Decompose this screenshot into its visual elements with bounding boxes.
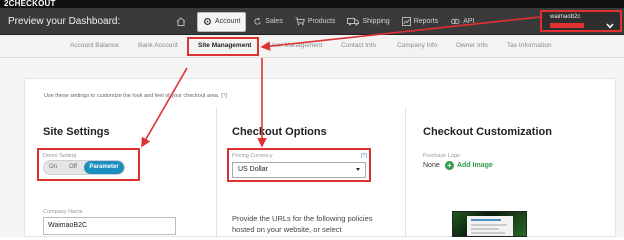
- main-nav: Account Sales Products Shipping Reports …: [170, 8, 482, 35]
- cart-icon: [295, 17, 305, 26]
- truck-icon: [347, 18, 360, 26]
- site-settings-title: Site Settings: [43, 126, 110, 138]
- top-bar: Preview your Dashboard: Account Sales Pr…: [0, 8, 624, 35]
- intro-text: Use these settings to customize the look…: [44, 93, 227, 99]
- tab-tax-information[interactable]: Tax Information: [507, 42, 551, 49]
- highlight-demo-setting: [37, 148, 140, 181]
- nav-home[interactable]: [170, 12, 195, 32]
- preview-bar: [471, 228, 499, 230]
- nav-api[interactable]: API: [445, 12, 479, 32]
- nav-shipping-label: Shipping: [362, 18, 390, 25]
- logo-none-label: None: [423, 162, 440, 169]
- nav-account[interactable]: Account: [197, 11, 247, 32]
- nav-products[interactable]: Products: [290, 12, 341, 32]
- preview-bar: [471, 232, 505, 234]
- nav-shipping[interactable]: Shipping: [342, 12, 394, 32]
- gear-icon: [203, 17, 212, 26]
- tab-bank-account[interactable]: Bank Account: [138, 42, 178, 49]
- add-image-label: Add Image: [457, 162, 493, 169]
- column-divider: [405, 108, 406, 237]
- tab-user-management[interactable]: User Management: [269, 42, 322, 49]
- account-name: waimaob2c: [550, 14, 581, 20]
- home-icon: [176, 17, 186, 26]
- sub-navigation: Account Balance Bank Account Site Manage…: [0, 35, 624, 58]
- nav-api-label: API: [463, 18, 475, 25]
- company-name-label: Company Name: [43, 209, 83, 215]
- nav-products-label: Products: [307, 18, 336, 25]
- tab-contact-info[interactable]: Contact Info: [341, 42, 376, 49]
- column-divider: [216, 108, 217, 237]
- plus-circle-icon: +: [445, 161, 454, 170]
- refresh-icon: [254, 17, 261, 25]
- purchase-logo-label: Purchase Logo: [423, 153, 460, 159]
- dashboard-page: 2CHECKOUT Preview your Dashboard: Accoun…: [0, 0, 624, 237]
- policy-urls-text: Provide the URLs for the following polic…: [232, 214, 373, 234]
- tab-company-info[interactable]: Company Info: [397, 42, 437, 49]
- brand-logo: 2CHECKOUT: [4, 0, 56, 8]
- account-menu[interactable]: waimaob2c: [540, 10, 622, 32]
- tab-owner-info[interactable]: Owner Info: [456, 42, 488, 49]
- highlight-site-management: [187, 37, 259, 56]
- checkout-customization-title: Checkout Customization: [423, 126, 552, 138]
- preview-screen: [467, 216, 513, 236]
- nav-account-label: Account: [215, 18, 241, 25]
- nav-sales[interactable]: Sales: [248, 12, 288, 32]
- company-name-input[interactable]: WaimaoB2C: [43, 217, 176, 235]
- nav-reports[interactable]: Reports: [397, 12, 444, 32]
- intro-message: Use these settings to customize the look…: [44, 93, 220, 99]
- nav-reports-label: Reports: [413, 18, 439, 25]
- preview-label: Preview your Dashboard:: [8, 16, 121, 27]
- checkout-options-title: Checkout Options: [232, 126, 327, 138]
- add-image-button[interactable]: + Add Image: [445, 161, 493, 170]
- api-icon: [451, 18, 460, 25]
- checkout-preview-image: [452, 211, 527, 237]
- account-redaction: [550, 23, 584, 28]
- intro-help-link[interactable]: [?]: [221, 93, 227, 99]
- brand-strip: 2CHECKOUT: [0, 0, 624, 8]
- preview-bar: [471, 219, 501, 221]
- tab-account-balance[interactable]: Account Balance: [70, 42, 119, 49]
- preview-bar: [471, 224, 507, 226]
- chevron-down-icon[interactable]: [606, 16, 614, 34]
- highlight-pricing-currency: [227, 148, 371, 182]
- chart-icon: [401, 17, 411, 26]
- nav-sales-label: Sales: [265, 18, 283, 25]
